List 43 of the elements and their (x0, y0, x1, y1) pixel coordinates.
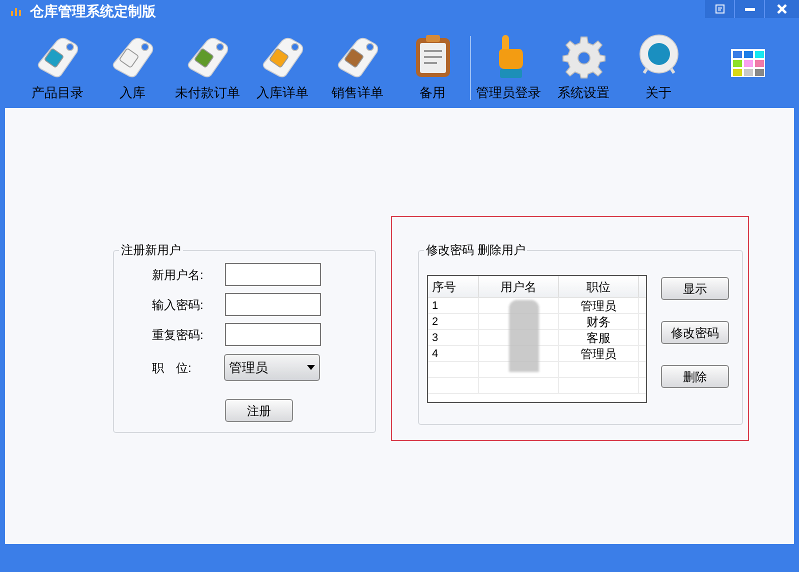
table-cell: 管理员 (559, 346, 639, 361)
close-icon (777, 4, 787, 14)
window-menu-icon (714, 4, 724, 14)
group-title: 修改密码 删除用户 (424, 242, 528, 258)
field-label: 新用户名: (152, 266, 204, 284)
field-label: 输入密码: (152, 296, 204, 314)
column-header[interactable]: 用户名 (479, 276, 559, 297)
action-button[interactable]: 显示 (661, 277, 729, 300)
toolbar-button[interactable]: 销售详单 (320, 30, 395, 102)
table-cell: 客服 (559, 330, 639, 345)
table-cell: 4 (428, 346, 479, 361)
table-cell: 1 (428, 298, 479, 313)
toolbar-button[interactable]: 入库详单 (245, 30, 320, 102)
blurred-patch (509, 300, 539, 372)
register-button[interactable]: 注册 (225, 399, 293, 422)
chart-icon (10, 5, 22, 17)
minimize-icon (744, 8, 754, 10)
table-cell: 管理员 (559, 298, 639, 313)
toolbar-button[interactable]: 入库 (95, 30, 170, 102)
window-title: 仓库管理系统定制版 (30, 2, 156, 20)
gear-icon (562, 34, 606, 78)
color-palette-icon[interactable] (730, 49, 764, 77)
column-header[interactable]: 序号 (428, 276, 479, 297)
input-field[interactable] (225, 263, 321, 286)
table-cell: 3 (428, 330, 479, 345)
field-label: 职 位: (152, 360, 192, 376)
toolbar-button[interactable]: 管理员登录 (471, 30, 546, 102)
toolbar-button[interactable]: 备用 (395, 30, 470, 102)
role-dropdown[interactable]: 管理员 (224, 354, 320, 381)
table-cell: 2 (428, 314, 479, 329)
table-cell: 财务 (559, 314, 639, 329)
action-button[interactable]: 删除 (661, 365, 729, 388)
dropdown-caret-icon (307, 365, 315, 370)
group-title: 注册新用户 (119, 242, 183, 258)
toolbar-button[interactable]: 关于 (621, 30, 696, 102)
toolbar-button[interactable]: 未付款订单 (170, 30, 245, 102)
toolbar-button[interactable]: 系统设置 (546, 30, 621, 102)
toolbar-button[interactable]: 产品目录 (20, 30, 95, 102)
input-field[interactable] (225, 293, 321, 316)
input-field[interactable] (225, 323, 321, 346)
field-label: 重复密码: (152, 326, 204, 344)
column-header[interactable]: 职位 (559, 276, 639, 297)
action-button[interactable]: 修改密码 (661, 321, 729, 344)
